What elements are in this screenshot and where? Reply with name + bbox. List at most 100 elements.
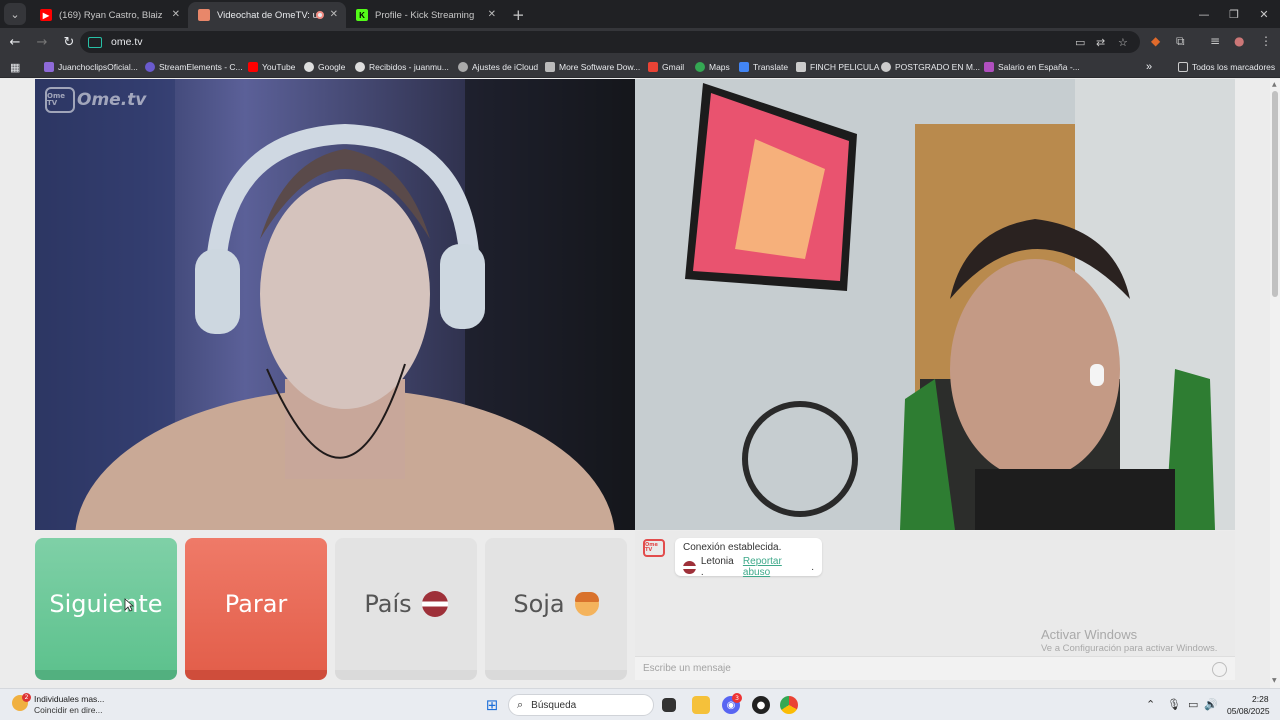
ometv-chat-avatar-icon: Ome TV — [643, 539, 665, 557]
file-explorer-icon[interactable] — [692, 696, 710, 714]
apps-grid-icon[interactable]: ▦ — [10, 60, 20, 74]
more-bookmarks-icon[interactable]: » — [1146, 60, 1152, 74]
self-video — [635, 79, 1235, 530]
volume-icon[interactable]: 🔊 — [1204, 698, 1218, 711]
bookmark-item[interactable]: POSTGRADO EN M... — [881, 60, 980, 74]
back-button[interactable]: ← — [3, 30, 27, 54]
menu-icon[interactable]: ⋮ — [1260, 34, 1272, 48]
clock-time[interactable]: 2:28 — [1252, 694, 1269, 704]
clock-date[interactable]: 05/08/2025 — [1227, 706, 1270, 716]
bookmark-star-icon[interactable]: ☆ — [1118, 36, 1128, 49]
chrome-icon[interactable] — [780, 696, 798, 714]
bookmark-item[interactable]: Maps — [695, 60, 730, 74]
emoji-icon[interactable] — [1212, 662, 1227, 677]
bookmark-item[interactable]: YouTube — [248, 60, 295, 74]
minimize-button[interactable]: — — [1188, 0, 1220, 28]
tab-strip: ⌄ ▶ (169) Ryan Castro, Blaiz Fayah ✕ Vid… — [0, 0, 1280, 28]
tab-youtube[interactable]: ▶ (169) Ryan Castro, Blaiz Fayah ✕ — [30, 2, 188, 28]
forward-button[interactable]: → — [30, 30, 54, 54]
stranger-video: Ome TV Ome.tv — [35, 79, 635, 530]
media-control-icon[interactable]: ≡ — [1210, 34, 1220, 48]
scrollbar-thumb[interactable] — [1272, 91, 1278, 297]
tab-kick[interactable]: K Profile - Kick Streaming ✕ — [346, 2, 504, 28]
system-message: Conexión establecida. Letonia . Reportar… — [675, 538, 822, 578]
ometv-logo[interactable]: Ome TV Ome.tv — [45, 87, 146, 113]
country-filter-button[interactable]: País — [335, 538, 477, 680]
google-icon — [355, 62, 365, 72]
stranger-video-frame — [35, 79, 635, 530]
notification-line1[interactable]: Individuales mas... — [34, 694, 104, 704]
notification-badge: 2 — [22, 693, 31, 702]
folder-icon — [1178, 62, 1188, 72]
next-button[interactable]: Siguiente — [35, 538, 177, 680]
browser-toolbar: ← → ↻ ome.tv ▭ ⇄ ☆ — [0, 28, 1280, 56]
bookmark-item[interactable]: JuanchoclipsOficial... — [44, 60, 138, 74]
kick-icon: K — [356, 9, 368, 21]
bookmark-item[interactable]: Ajustes de iCloud — [458, 60, 538, 74]
network-icon[interactable]: ▭ — [1188, 698, 1198, 711]
youtube-icon: ▶ — [40, 9, 52, 21]
microphone-icon[interactable]: 🎙 — [1167, 698, 1181, 711]
self-video-frame — [635, 79, 1235, 530]
partner-country: Letonia . — [700, 556, 734, 578]
bookmark-item[interactable]: Gmail — [648, 60, 684, 74]
extension-fox-icon[interactable]: ◆ — [1151, 34, 1160, 48]
windows-start-icon[interactable]: ⊞ — [483, 696, 501, 714]
task-view-icon[interactable] — [662, 698, 676, 712]
discord-badge: 3 — [732, 693, 742, 703]
bookmarks-bar: ▦ JuanchoclipsOficial... StreamElements … — [0, 56, 1280, 78]
youtube-icon — [248, 62, 258, 72]
close-tab-icon[interactable]: ✕ — [488, 9, 496, 20]
search-icon: ⌕ — [517, 698, 524, 711]
scroll-down-icon[interactable]: ▼ — [1272, 677, 1277, 684]
connection-status: Conexión establecida. — [683, 542, 782, 553]
stop-button[interactable]: Parar — [185, 538, 327, 680]
message-input[interactable]: Escribe un mensaje — [635, 656, 1235, 680]
address-bar[interactable]: ome.tv ▭ ⇄ ☆ — [80, 31, 1140, 53]
restore-button[interactable]: ❐ — [1218, 0, 1250, 28]
close-tab-icon[interactable]: ✕ — [172, 9, 180, 20]
bookmark-item[interactable]: More Software Dow... — [545, 60, 640, 74]
site-info-icon[interactable] — [88, 36, 102, 48]
bookmark-item[interactable]: Salario en España -... — [984, 60, 1080, 74]
google-icon — [304, 62, 314, 72]
ometv-icon — [198, 9, 210, 21]
bookmark-item[interactable]: Google — [304, 60, 345, 74]
translate-icon — [739, 62, 749, 72]
latvia-flag-icon — [683, 560, 696, 574]
report-abuse-link[interactable]: Reportar abuso — [743, 556, 811, 578]
new-tab-button[interactable]: + — [512, 6, 525, 24]
gmail-icon — [648, 62, 658, 72]
bookmark-item[interactable]: Translate — [739, 60, 788, 74]
latvia-flag-icon — [421, 591, 448, 617]
translate-icon[interactable]: ⇄ — [1096, 36, 1105, 49]
show-hidden-icons[interactable]: ⌃ — [1146, 698, 1155, 711]
notification-line2[interactable]: Coincidir en dire... — [34, 705, 103, 715]
obs-icon[interactable]: ● — [752, 696, 770, 714]
close-tab-icon[interactable]: ✕ — [330, 9, 338, 20]
windows-activation-watermark: Activar Windows Ve a Configuración para … — [1041, 627, 1218, 654]
scroll-up-icon[interactable]: ▲ — [1272, 81, 1277, 88]
bookmark-favicon — [984, 62, 994, 72]
profile-avatar[interactable]: ● — [1234, 34, 1244, 48]
all-bookmarks-folder[interactable]: Todos los marcadores — [1178, 60, 1275, 74]
bookmark-item[interactable]: FINCH PELICULA — [796, 60, 879, 74]
close-window-button[interactable]: ✕ — [1248, 0, 1280, 28]
url-text: ome.tv — [111, 36, 143, 48]
cast-icon[interactable]: ▭ — [1075, 36, 1085, 49]
bookmark-favicon — [881, 62, 891, 72]
ometv-page: Ome TV Ome.tv Siguiente Parar País Soja … — [0, 79, 1270, 688]
bookmark-item[interactable]: Recibidos - juanmu... — [355, 60, 449, 74]
page-scrollbar[interactable]: ▲ ▼ — [1270, 79, 1280, 688]
reload-button[interactable]: ↻ — [57, 30, 81, 54]
bookmark-item[interactable]: StreamElements - C... — [145, 60, 243, 74]
mouse-cursor-icon — [124, 598, 134, 612]
bookmark-favicon — [796, 62, 806, 72]
gender-filter-button[interactable]: Soja — [485, 538, 627, 680]
extensions-icon[interactable]: ⧉ — [1176, 34, 1185, 49]
chat-panel: Ome TV Conexión establecida. Letonia . R… — [635, 531, 1235, 680]
tab-ometv[interactable]: Videochat de OmeTV: una ✕ — [188, 2, 346, 28]
folder-icon — [545, 62, 555, 72]
tab-search-button[interactable]: ⌄ — [4, 3, 26, 25]
taskbar-search[interactable]: ⌕ Búsqueda — [508, 694, 654, 716]
